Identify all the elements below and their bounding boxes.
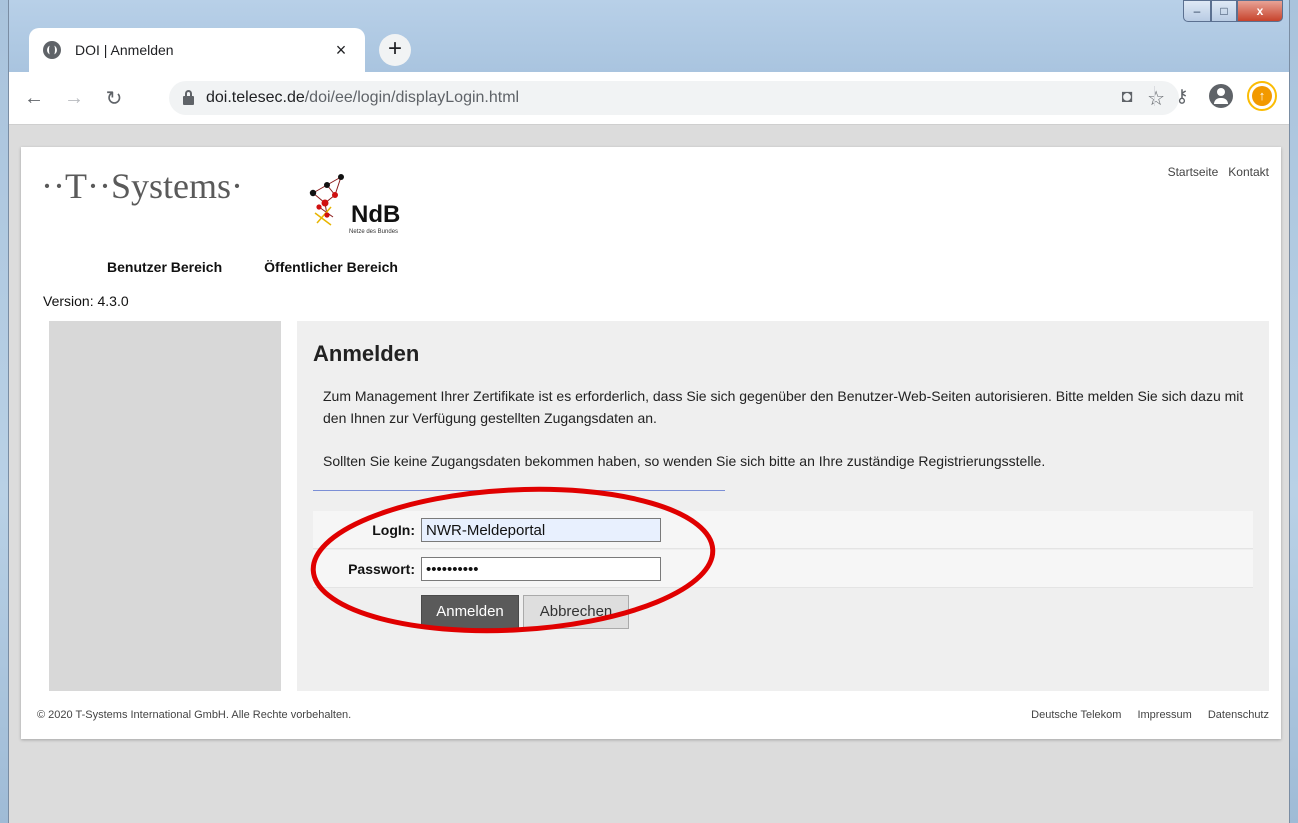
ndb-network-icon: [309, 174, 344, 226]
anmelden-button[interactable]: Anmelden: [421, 595, 519, 629]
divider: [313, 490, 725, 491]
copyright-text: © 2020 T-Systems International GmbH. All…: [37, 709, 352, 721]
footer-links: Deutsche Telekom Impressum Datenschutz: [1031, 709, 1269, 721]
intro-text: Zum Management Ihrer Zertifikate ist es …: [323, 388, 1244, 426]
page-title: Anmelden: [313, 341, 420, 366]
impressum-link[interactable]: Impressum: [1137, 709, 1191, 721]
note-text: Sollten Sie keine Zugangsdaten bekommen …: [323, 453, 1046, 469]
browser-toolbar: ← → ↻ doi.telesec.de/doi/ee/login/displa…: [9, 72, 1289, 124]
main-nav: Benutzer Bereich Öffentlicher Bereich: [107, 259, 398, 275]
forward-icon[interactable]: →: [59, 87, 89, 110]
login-row: LogIn:: [313, 511, 1253, 549]
url-host: doi.telesec.de: [206, 89, 305, 106]
browser-window: DOI | Anmelden × + ‒ □ x ← → ↻ doi.teles…: [8, 0, 1290, 823]
lock-icon[interactable]: [183, 90, 194, 105]
ndb-logo-text: NdB: [351, 201, 401, 228]
sidebar: [49, 321, 281, 691]
tab-title: DOI | Anmelden: [75, 42, 174, 58]
nav-benutzer-bereich[interactable]: Benutzer Bereich: [107, 259, 222, 275]
toolbar-separator: [1154, 86, 1155, 106]
back-icon[interactable]: ←: [19, 87, 49, 110]
ndb-logo: NdB Netze des Bundes: [305, 167, 425, 243]
url-text[interactable]: doi.telesec.de/doi/ee/login/displayLogin…: [206, 89, 1147, 107]
toolbar-actions: ◘ ⚷ ↑: [1114, 81, 1277, 111]
ndb-logo-subtitle: Netze des Bundes: [349, 229, 399, 235]
camera-icon[interactable]: ◘: [1114, 86, 1140, 107]
url-path: /doi/ee/login/displayLogin.html: [304, 89, 520, 106]
login-input[interactable]: [421, 518, 661, 542]
abbrechen-button[interactable]: Abbrechen: [523, 595, 629, 629]
reload-icon[interactable]: ↻: [99, 86, 129, 111]
startseite-link[interactable]: Startseite: [1168, 165, 1219, 179]
close-tab-icon[interactable]: ×: [331, 40, 351, 61]
login-panel: Anmelden Zum Management Ihrer Zertifikat…: [297, 321, 1269, 691]
new-tab-button[interactable]: +: [379, 34, 411, 66]
t-systems-logo[interactable]: ··T··Systems·: [41, 165, 243, 207]
address-bar[interactable]: doi.telesec.de/doi/ee/login/displayLogin…: [169, 81, 1179, 115]
tab-strip: DOI | Anmelden × + ‒ □ x: [9, 0, 1289, 72]
update-icon[interactable]: ↑: [1247, 81, 1277, 111]
password-row: Passwort:: [313, 550, 1253, 588]
minimize-button[interactable]: ‒: [1183, 0, 1211, 22]
page-container: ··T··Systems· NdB Netze des Bundes Start…: [21, 147, 1281, 739]
page-viewport: ··T··Systems· NdB Netze des Bundes Start…: [9, 124, 1289, 823]
deutsche-telekom-link[interactable]: Deutsche Telekom: [1031, 709, 1121, 721]
datenschutz-link[interactable]: Datenschutz: [1208, 709, 1269, 721]
maximize-button[interactable]: □: [1211, 0, 1237, 22]
profile-avatar-icon[interactable]: [1209, 84, 1233, 108]
globe-icon: [43, 41, 61, 59]
password-label: Passwort:: [348, 561, 415, 577]
version-label: Version: 4.3.0: [43, 293, 129, 309]
login-label: LogIn:: [372, 522, 415, 538]
close-window-button[interactable]: x: [1237, 0, 1283, 22]
top-links: Startseite Kontakt: [1168, 165, 1269, 179]
nav-oeffentlicher-bereich[interactable]: Öffentlicher Bereich: [264, 259, 398, 275]
key-icon[interactable]: ⚷: [1169, 86, 1195, 107]
kontakt-link[interactable]: Kontakt: [1228, 165, 1269, 179]
window-controls: ‒ □ x: [1183, 0, 1283, 22]
password-input[interactable]: [421, 557, 661, 581]
browser-tab[interactable]: DOI | Anmelden ×: [29, 28, 365, 72]
